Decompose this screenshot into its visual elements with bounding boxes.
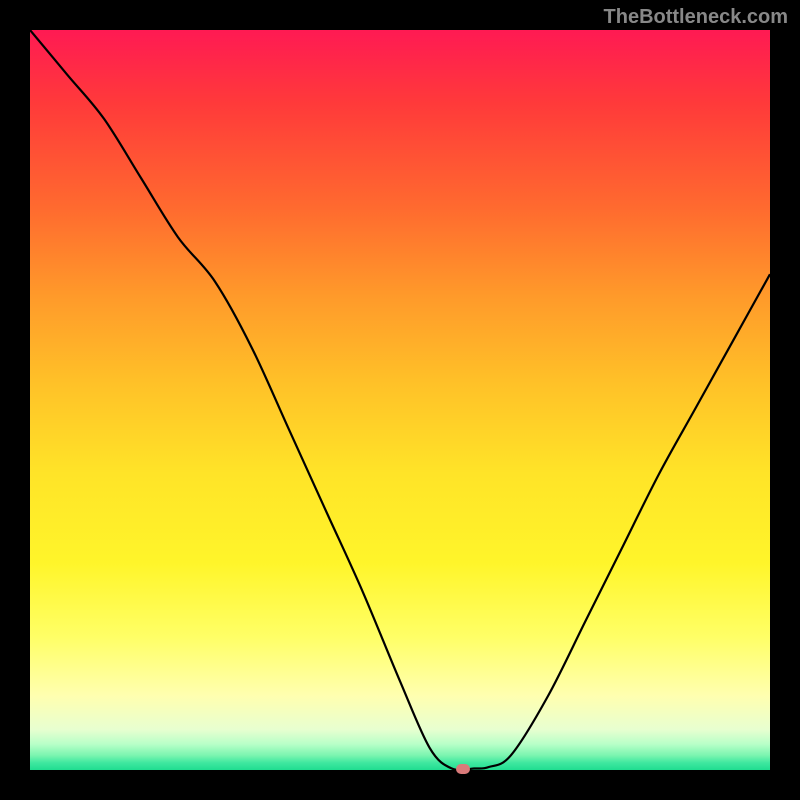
plot-area bbox=[30, 30, 770, 770]
chart-frame: TheBottleneck.com bbox=[0, 0, 800, 800]
watermark-text: TheBottleneck.com bbox=[604, 6, 788, 29]
bottleneck-curve bbox=[30, 30, 770, 770]
minimum-marker bbox=[456, 764, 470, 774]
